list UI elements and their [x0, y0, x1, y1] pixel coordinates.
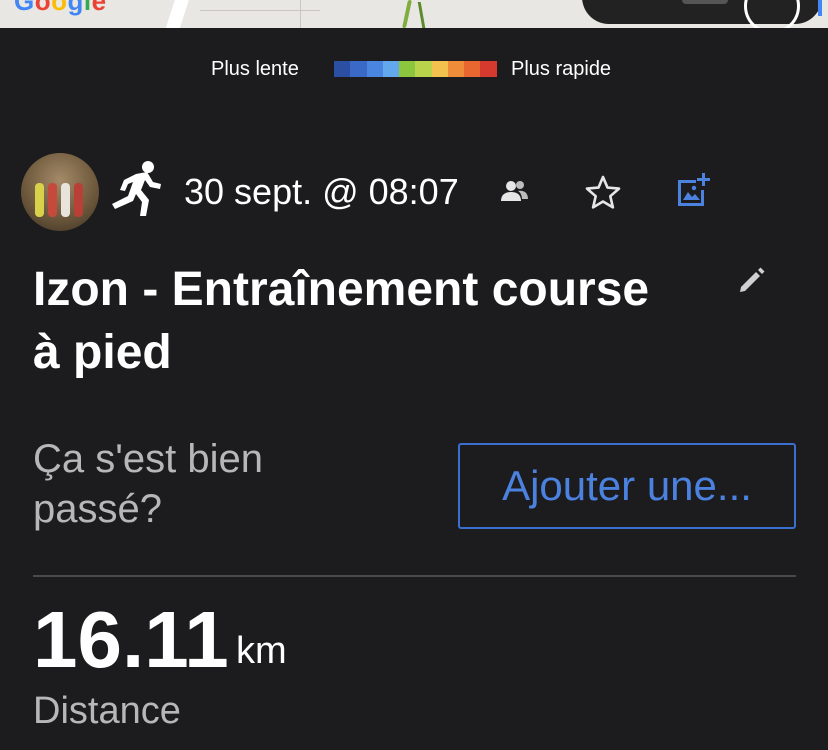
map-control-pill[interactable] [582, 0, 822, 28]
map-locate-button[interactable] [744, 0, 800, 28]
pace-slow-label: Plus lente [211, 58, 299, 80]
distance-unit: km [236, 630, 287, 672]
map-route-line [417, 2, 426, 28]
map-edge-marker [818, 0, 822, 16]
pace-color-swatch [334, 61, 351, 77]
avatar-photo-detail [48, 183, 57, 217]
map-preview[interactable]: Google [0, 0, 828, 28]
map-road [200, 10, 320, 11]
avatar[interactable] [21, 153, 99, 231]
pace-color-swatch [431, 61, 448, 77]
pace-color-swatch [399, 61, 416, 77]
map-road [300, 0, 301, 28]
activity-title: Izon - Entraînement course à pied [33, 263, 650, 379]
pace-color-swatch [350, 61, 367, 77]
pace-color-scale [334, 61, 497, 77]
divider [33, 575, 796, 577]
pace-color-swatch [464, 61, 481, 77]
pace-fast-label: Plus rapide [511, 58, 612, 80]
people-icon[interactable] [501, 180, 529, 202]
avatar-photo-detail [35, 183, 44, 217]
distance-label: Distance [33, 690, 181, 732]
feedback-question: Ça s'est bien passé? [33, 437, 263, 531]
add-feedback-button[interactable]: Ajouter une... [458, 443, 796, 529]
running-icon [112, 161, 161, 216]
avatar-photo-detail [74, 183, 83, 217]
pace-color-swatch [415, 61, 432, 77]
distance-value: 16.11 [33, 595, 229, 684]
map-control-button[interactable] [682, 0, 728, 4]
pace-color-swatch [447, 61, 464, 77]
pace-color-swatch [480, 61, 497, 77]
pace-color-swatch [366, 61, 383, 77]
star-icon[interactable] [585, 175, 621, 209]
pace-legend: Plus lente Plus rapide [0, 56, 828, 80]
pace-color-swatch [382, 61, 399, 77]
map-route-line [402, 0, 412, 28]
map-road [161, 0, 193, 28]
edit-pencil-icon[interactable] [737, 265, 767, 295]
google-logo: Google [14, 0, 107, 16]
add-photo-icon[interactable] [674, 172, 712, 208]
avatar-photo-detail [61, 183, 70, 217]
activity-date: 30 sept. @ 08:07 [184, 171, 459, 212]
